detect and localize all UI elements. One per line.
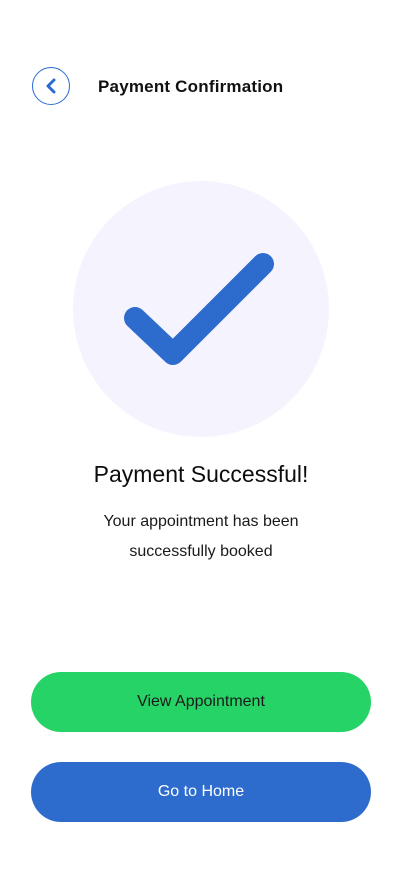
back-button[interactable] <box>32 67 70 105</box>
chevron-left-icon <box>46 78 56 94</box>
success-message: Your appointment has been successfully b… <box>103 513 299 560</box>
view-appointment-button[interactable]: View Appointment <box>31 672 371 732</box>
header: Payment Confirmation <box>0 0 402 140</box>
page-title: Payment Confirmation <box>98 77 284 96</box>
success-heading: Payment Successful! <box>93 461 309 487</box>
checkmark-icon <box>124 253 274 365</box>
go-to-home-button[interactable]: Go to Home <box>31 762 371 822</box>
success-indicator <box>73 181 329 437</box>
